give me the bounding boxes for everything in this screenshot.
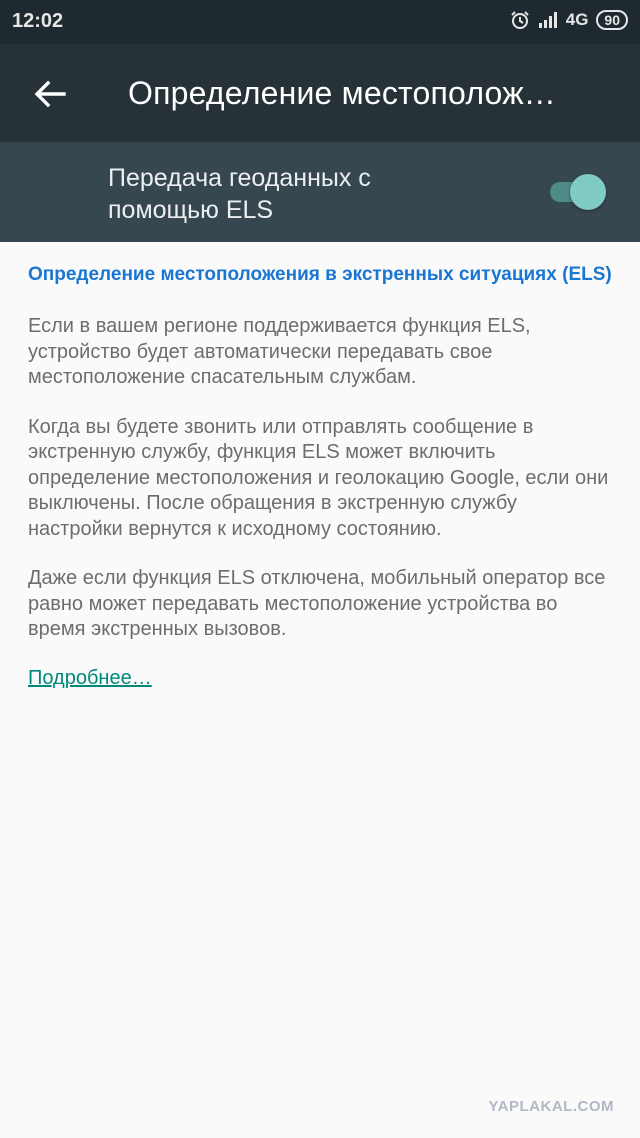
- learn-more-link[interactable]: Подробнее…: [28, 667, 152, 690]
- paragraph: Даже если функция ELS отключена, мобильн…: [28, 567, 606, 640]
- alarm-icon: [510, 10, 530, 30]
- switch-thumb: [570, 174, 606, 210]
- battery-indicator: 90: [596, 10, 628, 30]
- paragraph: Если в вашем регионе поддерживается функ…: [28, 315, 531, 388]
- status-time: 12:02: [12, 10, 64, 32]
- signal-icon: [538, 12, 558, 28]
- toggle-label: Передача геоданных с помощью ELS: [108, 164, 371, 224]
- section-title: Определение местоположения в экстренных …: [28, 264, 612, 285]
- back-button[interactable]: [28, 72, 72, 116]
- content-area: Определение местоположения в экстренных …: [28, 262, 613, 690]
- page-title: Определение местополож…: [128, 75, 557, 111]
- network-type: 4G: [565, 10, 589, 29]
- els-switch[interactable]: [550, 174, 606, 210]
- watermark: YAPLAKAL.COM: [488, 1098, 614, 1115]
- status-bar: 12:02 4G 90: [0, 0, 640, 44]
- els-toggle-row[interactable]: Передача геоданных с помощью ELS: [0, 142, 640, 242]
- app-bar: Определение местополож…: [0, 44, 640, 142]
- paragraph: Когда вы будете звонить или отправлять с…: [28, 415, 609, 540]
- arrow-left-icon: [34, 80, 66, 108]
- status-icons: 4G 90: [510, 10, 628, 30]
